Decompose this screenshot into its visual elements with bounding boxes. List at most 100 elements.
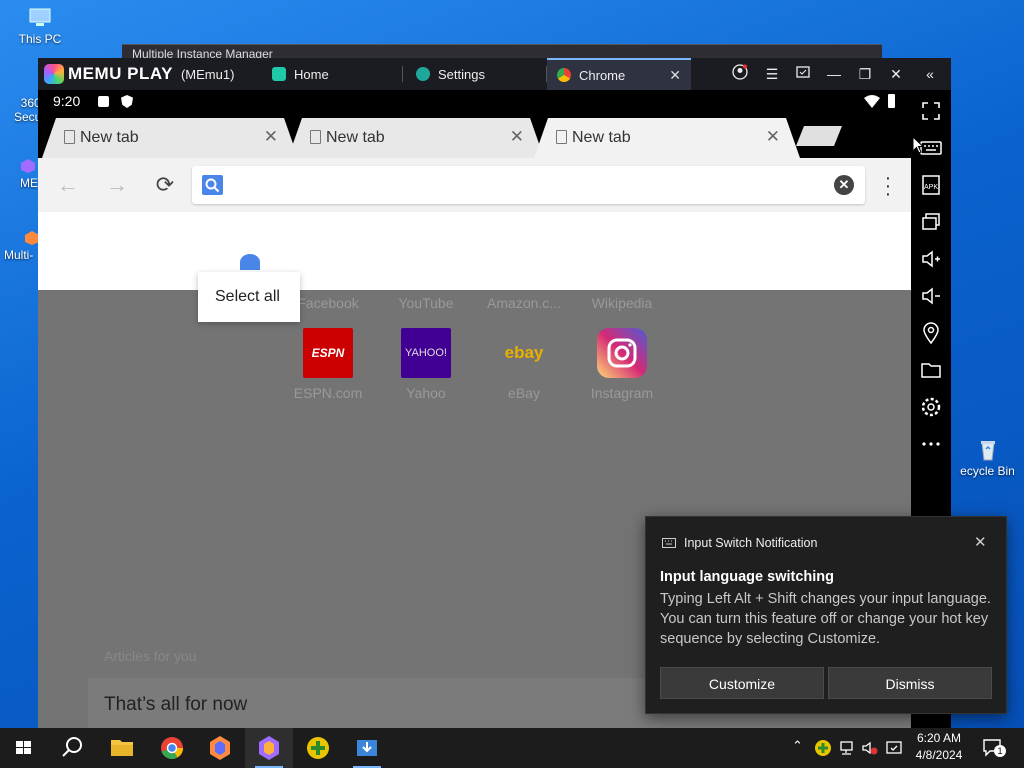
new-tab-button[interactable] bbox=[796, 126, 842, 146]
tile-logo-text: YAHOO! bbox=[405, 347, 447, 359]
minimize-icon[interactable]: — bbox=[823, 64, 845, 84]
memu-taskbar[interactable] bbox=[245, 728, 293, 768]
search-button[interactable] bbox=[48, 728, 96, 768]
chrome-taskbar[interactable] bbox=[148, 728, 196, 768]
memu-desktop-icon[interactable]: ME bbox=[20, 158, 40, 190]
network-icon[interactable] bbox=[838, 739, 856, 757]
close-icon[interactable]: ✕ bbox=[885, 64, 907, 84]
page-icon bbox=[556, 130, 567, 144]
chrome-tab-2[interactable]: New tab ✕ bbox=[288, 118, 544, 158]
tab-title: New tab bbox=[326, 129, 385, 146]
site-label-instagram[interactable]: Instagram bbox=[577, 385, 667, 401]
chrome-tab-3-active[interactable]: New tab ✕ bbox=[534, 118, 800, 158]
multi-instance-desktop-icon[interactable]: Multi- bbox=[4, 230, 40, 262]
site-label-espn[interactable]: ESPN.com bbox=[283, 385, 373, 401]
instagram-tile[interactable] bbox=[597, 328, 647, 378]
file-explorer-taskbar[interactable] bbox=[98, 728, 146, 768]
installer-taskbar[interactable] bbox=[343, 728, 391, 768]
apk-icon[interactable]: APK bbox=[918, 172, 944, 198]
360-security-desktop-icon[interactable]: 360 Secu bbox=[14, 82, 40, 124]
recycle-bin-desktop-icon[interactable]: ecycle Bin bbox=[951, 438, 1024, 478]
page-icon bbox=[310, 130, 321, 144]
search-icon bbox=[202, 175, 223, 195]
select-all-popup[interactable]: Select all bbox=[198, 272, 300, 322]
memu-multi-taskbar[interactable] bbox=[196, 728, 244, 768]
input-indicator-icon[interactable] bbox=[885, 739, 903, 757]
chrome-tab-1[interactable]: New tab ✕ bbox=[42, 118, 298, 158]
close-tab-icon[interactable]: ✕ bbox=[669, 67, 681, 84]
volume-muted-icon[interactable] bbox=[861, 739, 879, 757]
tab-home[interactable]: Home bbox=[262, 58, 402, 90]
espn-tile[interactable]: ESPN bbox=[303, 328, 353, 378]
chrome-tab-strip: New tab ✕ New tab ✕ New tab ✕ bbox=[38, 114, 911, 158]
multi-window-icon[interactable] bbox=[918, 209, 944, 235]
site-label-amazon[interactable]: Amazon.c... bbox=[479, 295, 569, 311]
dismiss-button[interactable]: Dismiss bbox=[828, 667, 992, 699]
chrome-icon bbox=[161, 737, 183, 760]
clock-date: 4/8/2024 bbox=[915, 748, 963, 762]
shield-icon bbox=[121, 95, 133, 108]
notification-header: Input Switch Notification bbox=[684, 536, 818, 550]
more-icon[interactable] bbox=[918, 431, 944, 457]
restore-icon[interactable]: ❐ bbox=[854, 64, 876, 84]
windows-icon bbox=[16, 741, 31, 754]
tab-title: New tab bbox=[572, 129, 631, 146]
forward-button[interactable]: → bbox=[104, 172, 130, 198]
plus-app-taskbar[interactable] bbox=[294, 728, 342, 768]
start-button[interactable] bbox=[0, 728, 48, 768]
dismiss-label: Dismiss bbox=[885, 676, 935, 692]
memu-brand: MEMU PLAY bbox=[68, 64, 173, 83]
omnibox[interactable]: ✕ bbox=[192, 166, 865, 204]
tile-logo-text: ebay bbox=[504, 343, 544, 362]
back-button[interactable]: ← bbox=[55, 172, 81, 198]
volume-up-icon[interactable] bbox=[918, 246, 944, 272]
yahoo-tile[interactable]: YAHOO! bbox=[401, 328, 451, 378]
mouse-cursor-icon bbox=[912, 136, 924, 154]
taskbar-clock[interactable]: 6:20 AM 4/8/2024 bbox=[906, 730, 972, 764]
close-icon[interactable]: ✕ bbox=[974, 533, 987, 551]
screen-icon[interactable] bbox=[792, 64, 814, 84]
chrome-toolbar: ← → ⟳ ✕ bbox=[38, 158, 911, 212]
site-label-wikipedia[interactable]: Wikipedia bbox=[577, 295, 667, 311]
site-label-ebay[interactable]: eBay bbox=[479, 385, 569, 401]
ebay-tile[interactable]: ebay bbox=[499, 328, 549, 378]
customize-button[interactable]: Customize bbox=[660, 667, 824, 699]
menu-icon[interactable]: ☰ bbox=[761, 64, 783, 84]
memu-logo-icon bbox=[44, 64, 64, 84]
select-all-button[interactable]: Select all bbox=[215, 288, 280, 306]
reload-button[interactable]: ⟳ bbox=[152, 172, 178, 198]
all-for-now-text: That’s all for now bbox=[104, 694, 248, 715]
site-label-yahoo[interactable]: Yahoo bbox=[381, 385, 471, 401]
account-icon[interactable] bbox=[729, 64, 751, 84]
site-label-youtube[interactable]: YouTube bbox=[381, 295, 471, 311]
close-tab-icon[interactable]: ✕ bbox=[510, 127, 524, 147]
instance-name: (MEmu1) bbox=[180, 66, 235, 82]
tab-label: Chrome bbox=[579, 67, 626, 83]
tab-chrome[interactable]: Chrome ✕ bbox=[547, 58, 691, 90]
clear-input-icon[interactable]: ✕ bbox=[834, 175, 854, 195]
action-center-button[interactable]: 1 bbox=[982, 738, 1006, 758]
folder-icon[interactable] bbox=[918, 357, 944, 383]
gear-icon[interactable] bbox=[918, 394, 944, 420]
show-hidden-icons[interactable]: ⌃ bbox=[792, 738, 803, 754]
chrome-menu-icon[interactable]: · · · bbox=[878, 168, 898, 204]
close-tab-icon[interactable]: ✕ bbox=[766, 127, 780, 147]
keyboard-icon bbox=[662, 538, 676, 548]
memu-title-bar[interactable]: MEMU PLAY (MEmu1) Home Settings Chrome ✕… bbox=[38, 58, 951, 90]
collapse-icon[interactable]: « bbox=[919, 64, 941, 84]
notification-body: Typing Left Alt + Shift changes your inp… bbox=[660, 591, 991, 647]
battery-icon bbox=[888, 94, 895, 108]
text-selection-handle[interactable] bbox=[240, 254, 260, 270]
plus-tray-icon[interactable] bbox=[814, 739, 832, 757]
memu-logo: MEMU PLAY (MEmu1) bbox=[44, 64, 234, 84]
search-icon bbox=[62, 737, 82, 757]
fullscreen-icon[interactable] bbox=[918, 98, 944, 124]
this-pc-desktop-icon[interactable]: This PC bbox=[18, 6, 62, 46]
tab-settings[interactable]: Settings bbox=[406, 58, 546, 90]
close-tab-icon[interactable]: ✕ bbox=[264, 127, 278, 147]
folder-icon bbox=[111, 740, 133, 756]
tab-label: Home bbox=[294, 66, 329, 82]
location-icon[interactable] bbox=[918, 320, 944, 346]
volume-down-icon[interactable] bbox=[918, 283, 944, 309]
settings-app-icon bbox=[416, 67, 430, 81]
